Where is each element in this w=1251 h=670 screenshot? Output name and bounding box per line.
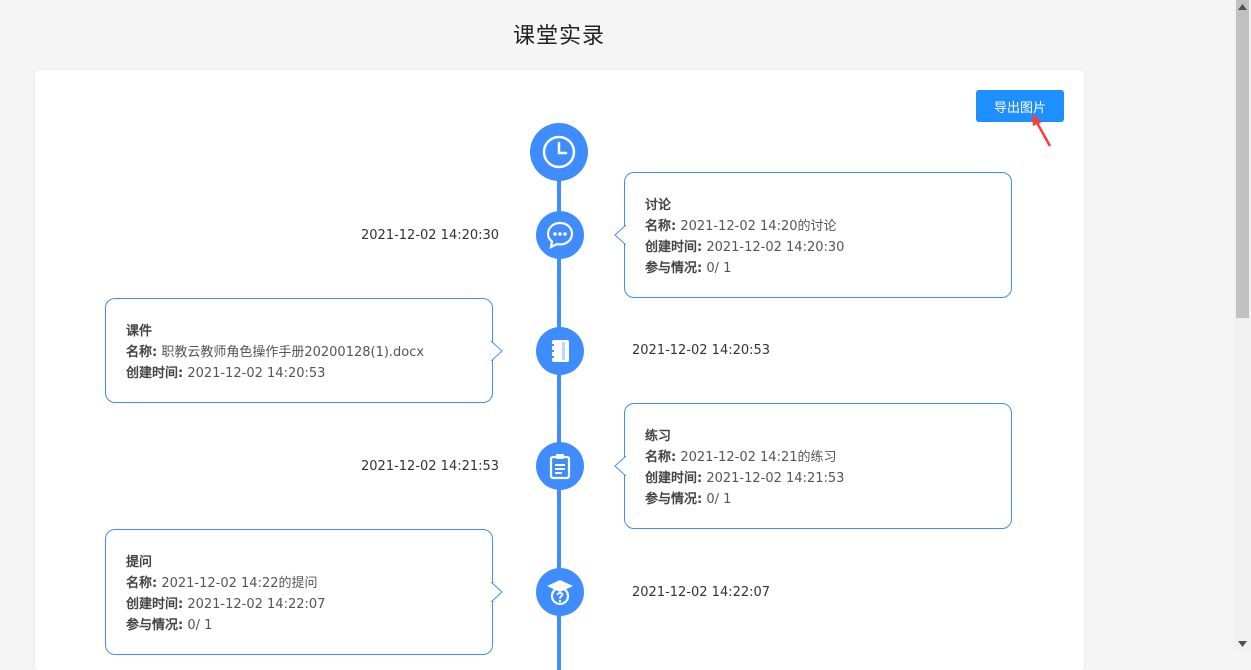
chat-bubble-icon	[546, 221, 574, 249]
event-name-row: 名称: 2021-12-02 14:20的讨论	[645, 219, 837, 234]
vertical-scrollbar[interactable]	[1234, 0, 1251, 651]
notebook-icon	[550, 340, 569, 362]
annotation-arrow-icon	[1032, 114, 1052, 147]
event-time: 2021-12-02 14:21:53	[361, 459, 500, 474]
card-pointer	[614, 225, 626, 245]
event-card-courseware[interactable]: 课件 名称: 职教云教师角色操作手册20200128(1).docx 创建时间:…	[105, 298, 503, 403]
event-type: 课件	[126, 324, 153, 339]
timeline-node-question	[536, 568, 584, 616]
clipboard-icon	[549, 454, 571, 480]
event-time: 2021-12-02 14:20:53	[632, 343, 771, 358]
event-created-row: 创建时间: 2021-12-02 14:21:53	[645, 471, 845, 486]
card-pointer	[491, 340, 503, 361]
event-time: 2021-12-02 14:20:30	[361, 228, 500, 243]
event-created-row: 创建时间: 2021-12-02 14:22:07	[126, 597, 326, 612]
scrollbar-thumb[interactable]	[1236, 0, 1249, 318]
page-title: 课堂实录	[512, 24, 605, 49]
event-card-discussion[interactable]: 讨论 名称: 2021-12-02 14:20的讨论 创建时间: 2021-12…	[614, 172, 1012, 298]
event-type: 提问	[126, 555, 153, 570]
event-participation-row: 参与情况: 0/ 1	[645, 492, 732, 507]
event-created-row: 创建时间: 2021-12-02 14:20:30	[645, 240, 845, 255]
event-card-question[interactable]: 提问 名称: 2021-12-02 14:22的提问 创建时间: 2021-12…	[105, 529, 503, 655]
clock-node	[530, 123, 588, 181]
event-card-exercise[interactable]: 练习 名称: 2021-12-02 14:21的练习 创建时间: 2021-12…	[614, 403, 1012, 529]
event-name-row: 名称: 2021-12-02 14:21的练习	[645, 450, 837, 465]
event-created-row: 创建时间: 2021-12-02 14:20:53	[126, 366, 326, 381]
scroll-down-arrow-icon[interactable]	[1238, 641, 1247, 647]
question-cap-icon	[547, 580, 573, 606]
event-participation-row: 参与情况: 0/ 1	[126, 618, 213, 633]
timeline-node-exercise	[536, 442, 584, 490]
event-time: 2021-12-02 14:22:07	[632, 585, 771, 600]
timeline-node-discussion	[536, 211, 584, 259]
event-type: 讨论	[645, 198, 672, 213]
event-type: 练习	[645, 429, 672, 444]
card-pointer	[491, 582, 503, 602]
card-pointer	[614, 456, 626, 476]
timeline-node-courseware	[536, 327, 584, 375]
scroll-up-arrow-icon[interactable]	[1238, 4, 1247, 10]
clock-icon	[542, 135, 576, 169]
event-name-row: 名称: 职教云教师角色操作手册20200128(1).docx	[126, 345, 425, 360]
event-participation-row: 参与情况: 0/ 1	[645, 261, 732, 276]
event-name-row: 名称: 2021-12-02 14:22的提问	[126, 576, 318, 591]
